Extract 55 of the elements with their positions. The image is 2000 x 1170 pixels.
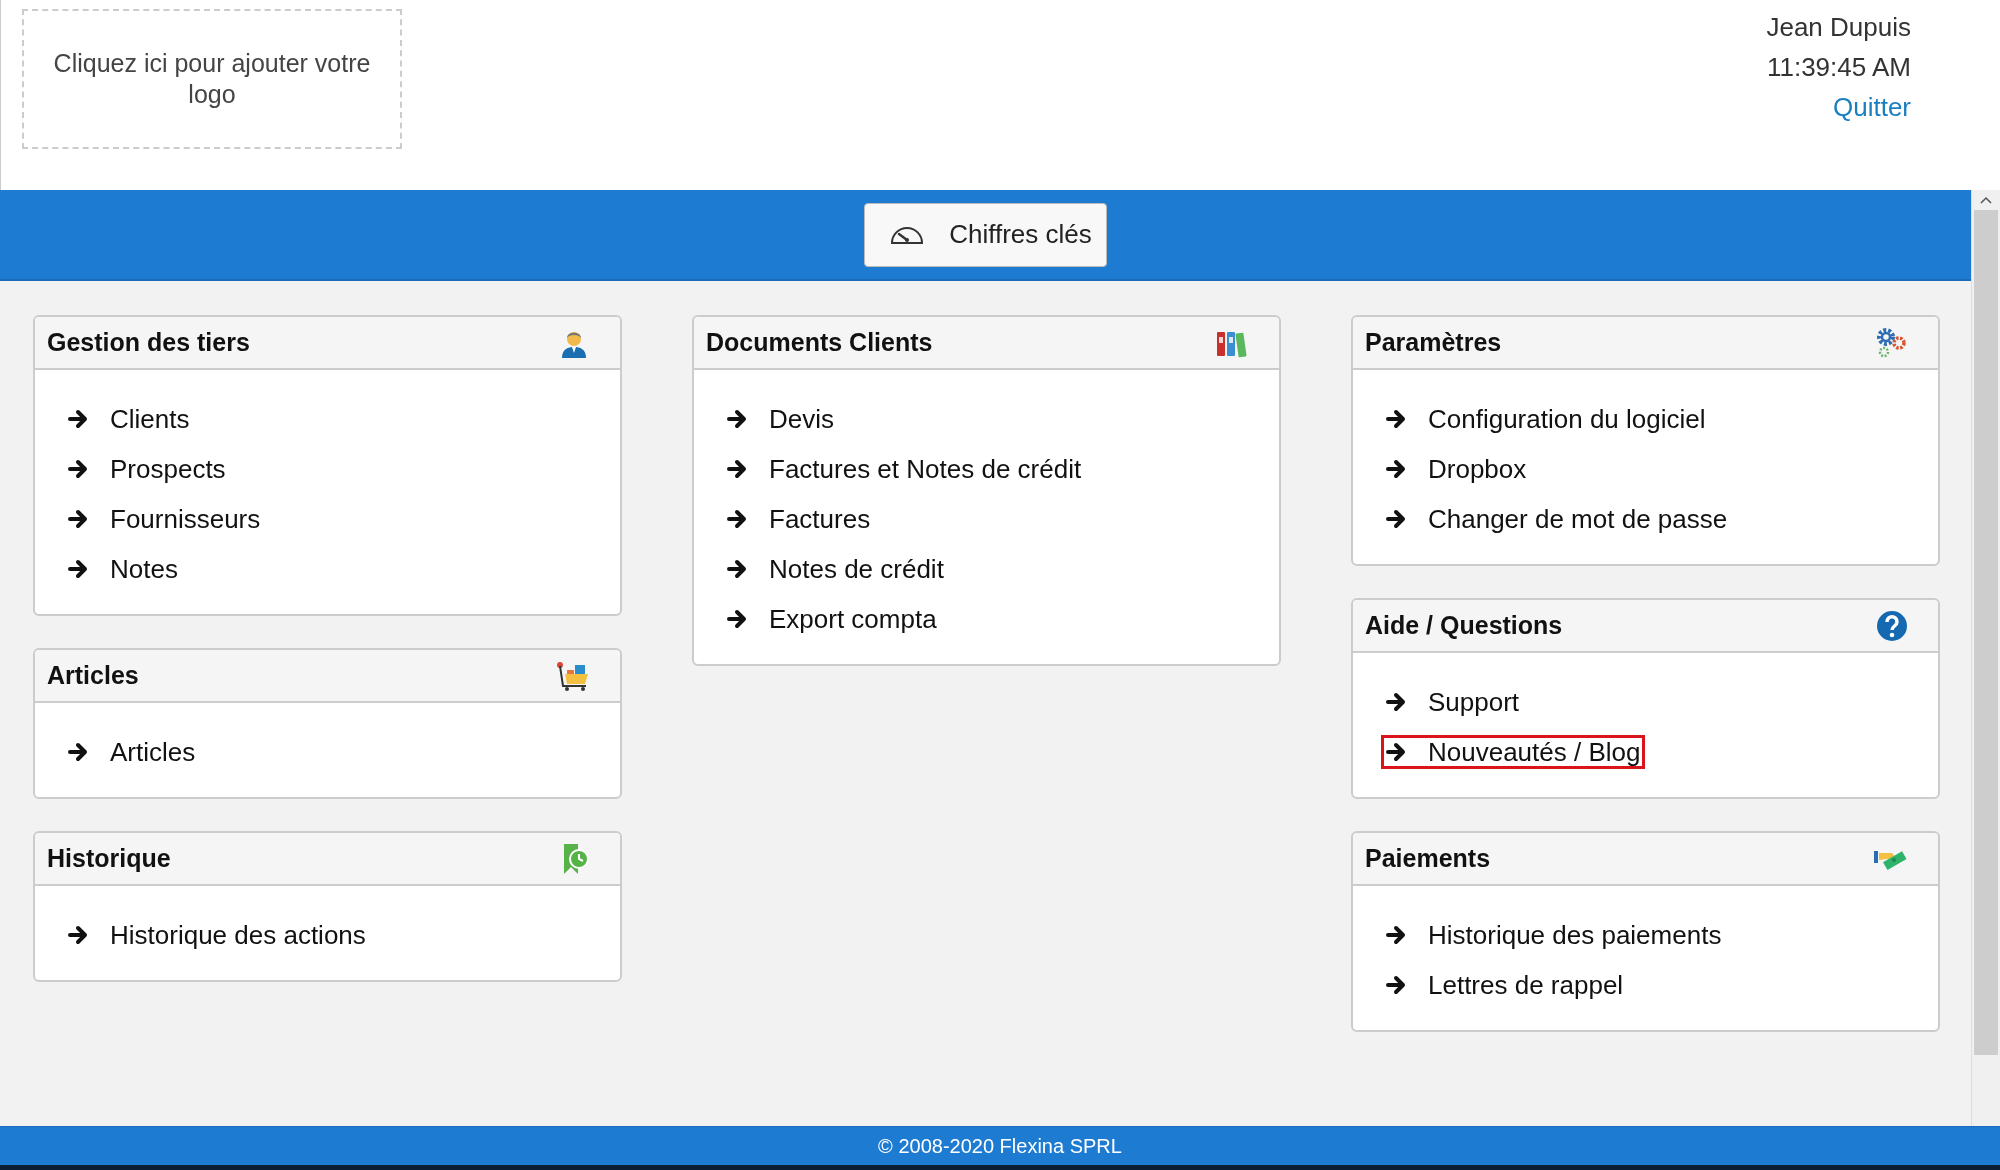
arrow-icon bbox=[727, 609, 749, 629]
arrow-icon bbox=[1386, 409, 1408, 429]
panel-title: Gestion des tiers bbox=[47, 328, 250, 357]
arrow-icon bbox=[727, 409, 749, 429]
arrow-icon bbox=[1386, 692, 1408, 712]
logout-link[interactable]: Quitter bbox=[1832, 92, 1911, 123]
scrollbar[interactable] bbox=[1971, 190, 2000, 1126]
panel-title: Historique bbox=[47, 844, 171, 873]
menu-link[interactable]: Nouveautés / Blog bbox=[1381, 735, 1646, 769]
menu-link[interactable]: Historique des paiements bbox=[1381, 910, 1727, 960]
menu-link[interactable]: Factures bbox=[722, 494, 876, 544]
menu-link[interactable]: Changer de mot de passe bbox=[1381, 494, 1733, 544]
arrow-icon bbox=[727, 459, 749, 479]
arrow-icon bbox=[68, 409, 90, 429]
cart-icon bbox=[556, 659, 590, 692]
menu-link[interactable]: Support bbox=[1381, 677, 1525, 727]
user-name: Jean Dupuis bbox=[1766, 12, 1911, 43]
arrow-icon bbox=[727, 559, 749, 579]
menu-link[interactable]: Fournisseurs bbox=[63, 494, 266, 544]
panel-title: Paiements bbox=[1365, 844, 1491, 873]
menu-link[interactable]: Export compta bbox=[722, 594, 942, 644]
menu-link[interactable]: Historique des actions bbox=[63, 910, 371, 960]
arrow-icon bbox=[68, 925, 90, 945]
arrow-icon bbox=[1386, 742, 1408, 762]
key-figures-button[interactable]: Chiffres clés bbox=[864, 202, 1107, 267]
copyright-text: © 2008-2020 Flexina SPRL bbox=[878, 1134, 1122, 1158]
menu-link[interactable]: Configuration du logiciel bbox=[1381, 394, 1711, 444]
menu-link[interactable]: Notes bbox=[63, 544, 183, 594]
arrow-icon bbox=[68, 559, 90, 579]
panel-title: Paramètres bbox=[1365, 328, 1502, 357]
menu-link[interactable]: Lettres de rappel bbox=[1381, 960, 1629, 1010]
menu-link[interactable]: Factures et Notes de crédit bbox=[722, 444, 1087, 494]
clock-time: 11:39:45 AM bbox=[1766, 52, 1911, 83]
menu-link[interactable]: Articles bbox=[63, 727, 201, 777]
arrow-icon bbox=[727, 509, 749, 529]
menu-link[interactable]: Clients bbox=[63, 394, 195, 444]
arrow-icon bbox=[68, 459, 90, 479]
logo-placeholder[interactable]: Cliquez ici pour ajouter votre logo bbox=[22, 9, 402, 149]
menu-link[interactable]: Notes de crédit bbox=[722, 544, 949, 594]
menu-link[interactable]: Devis bbox=[722, 394, 839, 444]
arrow-icon bbox=[1386, 925, 1408, 945]
arrow-icon bbox=[1386, 509, 1408, 529]
help-icon bbox=[1876, 609, 1908, 642]
scrollbar-thumb[interactable] bbox=[1974, 210, 1998, 1055]
menu-link[interactable]: Dropbox bbox=[1381, 444, 1532, 494]
panel-title: Aide / Questions bbox=[1365, 611, 1563, 640]
panel-title: Documents Clients bbox=[706, 328, 933, 357]
arrow-icon bbox=[1386, 975, 1408, 995]
scroll-up-icon[interactable] bbox=[1980, 196, 1992, 204]
menu-link[interactable]: Prospects bbox=[63, 444, 231, 494]
arrow-icon bbox=[68, 509, 90, 529]
gears-icon bbox=[1874, 326, 1908, 359]
arrow-icon bbox=[68, 742, 90, 762]
arrow-icon bbox=[1386, 459, 1408, 479]
panel-title: Articles bbox=[47, 661, 139, 690]
